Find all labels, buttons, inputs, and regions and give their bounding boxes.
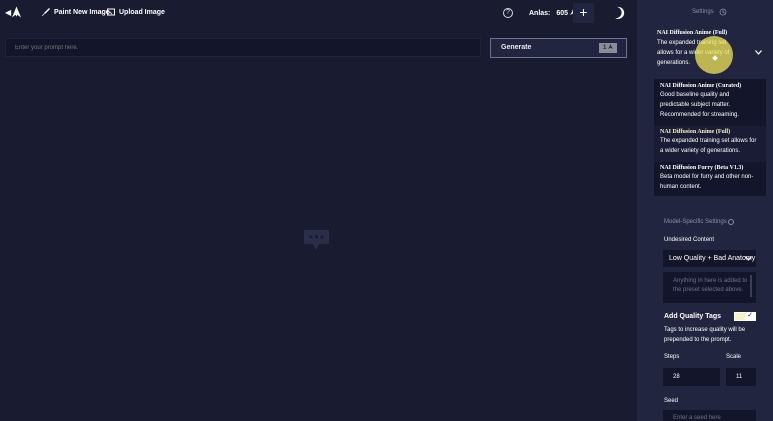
undesired-content-placeholder: Anything in here is added to the preset …	[673, 278, 748, 293]
add-anlas-button[interactable]: +	[573, 3, 594, 23]
model-option-name: NAI Diffusion Anime (Full)	[660, 129, 731, 135]
generate-cost-badge: 1	[598, 43, 617, 53]
upload-image-label: Upload Image	[119, 8, 165, 16]
model-dropdown: NAI Diffusion Anime (Curated) Good basel…	[654, 79, 766, 196]
model-option-name: NAI Diffusion Furry (Beta V1.3)	[660, 165, 744, 171]
anlas-icon	[608, 44, 613, 49]
model-option-desc: Good baseline quality and predictable su…	[660, 92, 740, 118]
scale-label: Scale	[726, 354, 742, 360]
prompt-input[interactable]	[5, 38, 481, 57]
model-option-name: NAI Diffusion Anime (Curated)	[660, 83, 742, 89]
model-option-furry[interactable]: NAI Diffusion Furry (Beta V1.3) Beta mod…	[654, 165, 766, 195]
undesired-content-textarea[interactable]: Anything in here is added to the preset …	[663, 272, 756, 303]
paint-new-image-label: Paint New Image	[54, 8, 110, 16]
checkmark-icon: ✓	[747, 312, 753, 319]
generate-label: Generate	[501, 44, 532, 51]
generate-button[interactable]: Generate 1	[490, 38, 627, 58]
textarea-scrollbar[interactable]	[750, 275, 752, 297]
add-quality-tags-label: Add Quality Tags	[664, 313, 722, 320]
model-select-name: NAI Diffusion Anime (Full)	[657, 30, 728, 36]
image-icon	[107, 8, 115, 16]
model-specific-settings-label: Model-Specific Settings	[664, 219, 727, 225]
steps-input[interactable]: 28	[663, 368, 720, 386]
chevron-down-icon[interactable]	[755, 50, 762, 55]
model-option-full[interactable]: NAI Diffusion Anime (Full) The expanded …	[654, 126, 766, 162]
info-icon[interactable]	[728, 219, 734, 225]
seed-input[interactable]: Enter a seed here	[663, 410, 756, 421]
anlas-value: 605	[556, 10, 569, 17]
upload-image-button[interactable]: Upload Image	[107, 8, 165, 16]
logo-icon	[11, 6, 22, 18]
model-option-desc: The expanded training set allows for a w…	[660, 138, 757, 154]
empty-gallery-icon	[304, 230, 329, 250]
help-icon[interactable]: ?	[503, 8, 513, 18]
anlas-label: Anlas:	[529, 10, 551, 17]
top-bar: ◀ Paint New Image Upload Image ? Anlas: …	[0, 0, 637, 27]
add-quality-tags-toggle[interactable]: ✓	[734, 312, 756, 321]
undesired-content-select[interactable]: Low Quality + Bad Anatomy	[663, 250, 756, 267]
toggle-knob	[735, 313, 745, 320]
moon-icon[interactable]	[612, 6, 626, 20]
settings-title: Settings	[692, 9, 714, 15]
scale-input[interactable]: 11	[726, 368, 756, 386]
undesired-content-value: Low Quality + Bad Anatomy	[669, 255, 756, 262]
model-option-curated[interactable]: NAI Diffusion Anime (Curated) Good basel…	[654, 83, 766, 124]
paint-new-image-button[interactable]: Paint New Image	[42, 8, 110, 16]
model-option-desc: Beta model for furry and other non-human…	[660, 174, 754, 190]
add-quality-tags-desc: Tags to increase quality will be prepend…	[664, 327, 746, 343]
history-icon[interactable]	[719, 8, 727, 16]
generate-cost-value: 1	[602, 45, 607, 51]
anlas-balance: Anlas: 605	[529, 9, 576, 17]
seed-label: Seed	[664, 398, 679, 404]
undesired-content-label: Undesired Content	[664, 237, 715, 243]
brush-icon	[42, 8, 50, 16]
steps-label: Steps	[664, 354, 680, 360]
chevron-down-icon	[745, 256, 752, 261]
